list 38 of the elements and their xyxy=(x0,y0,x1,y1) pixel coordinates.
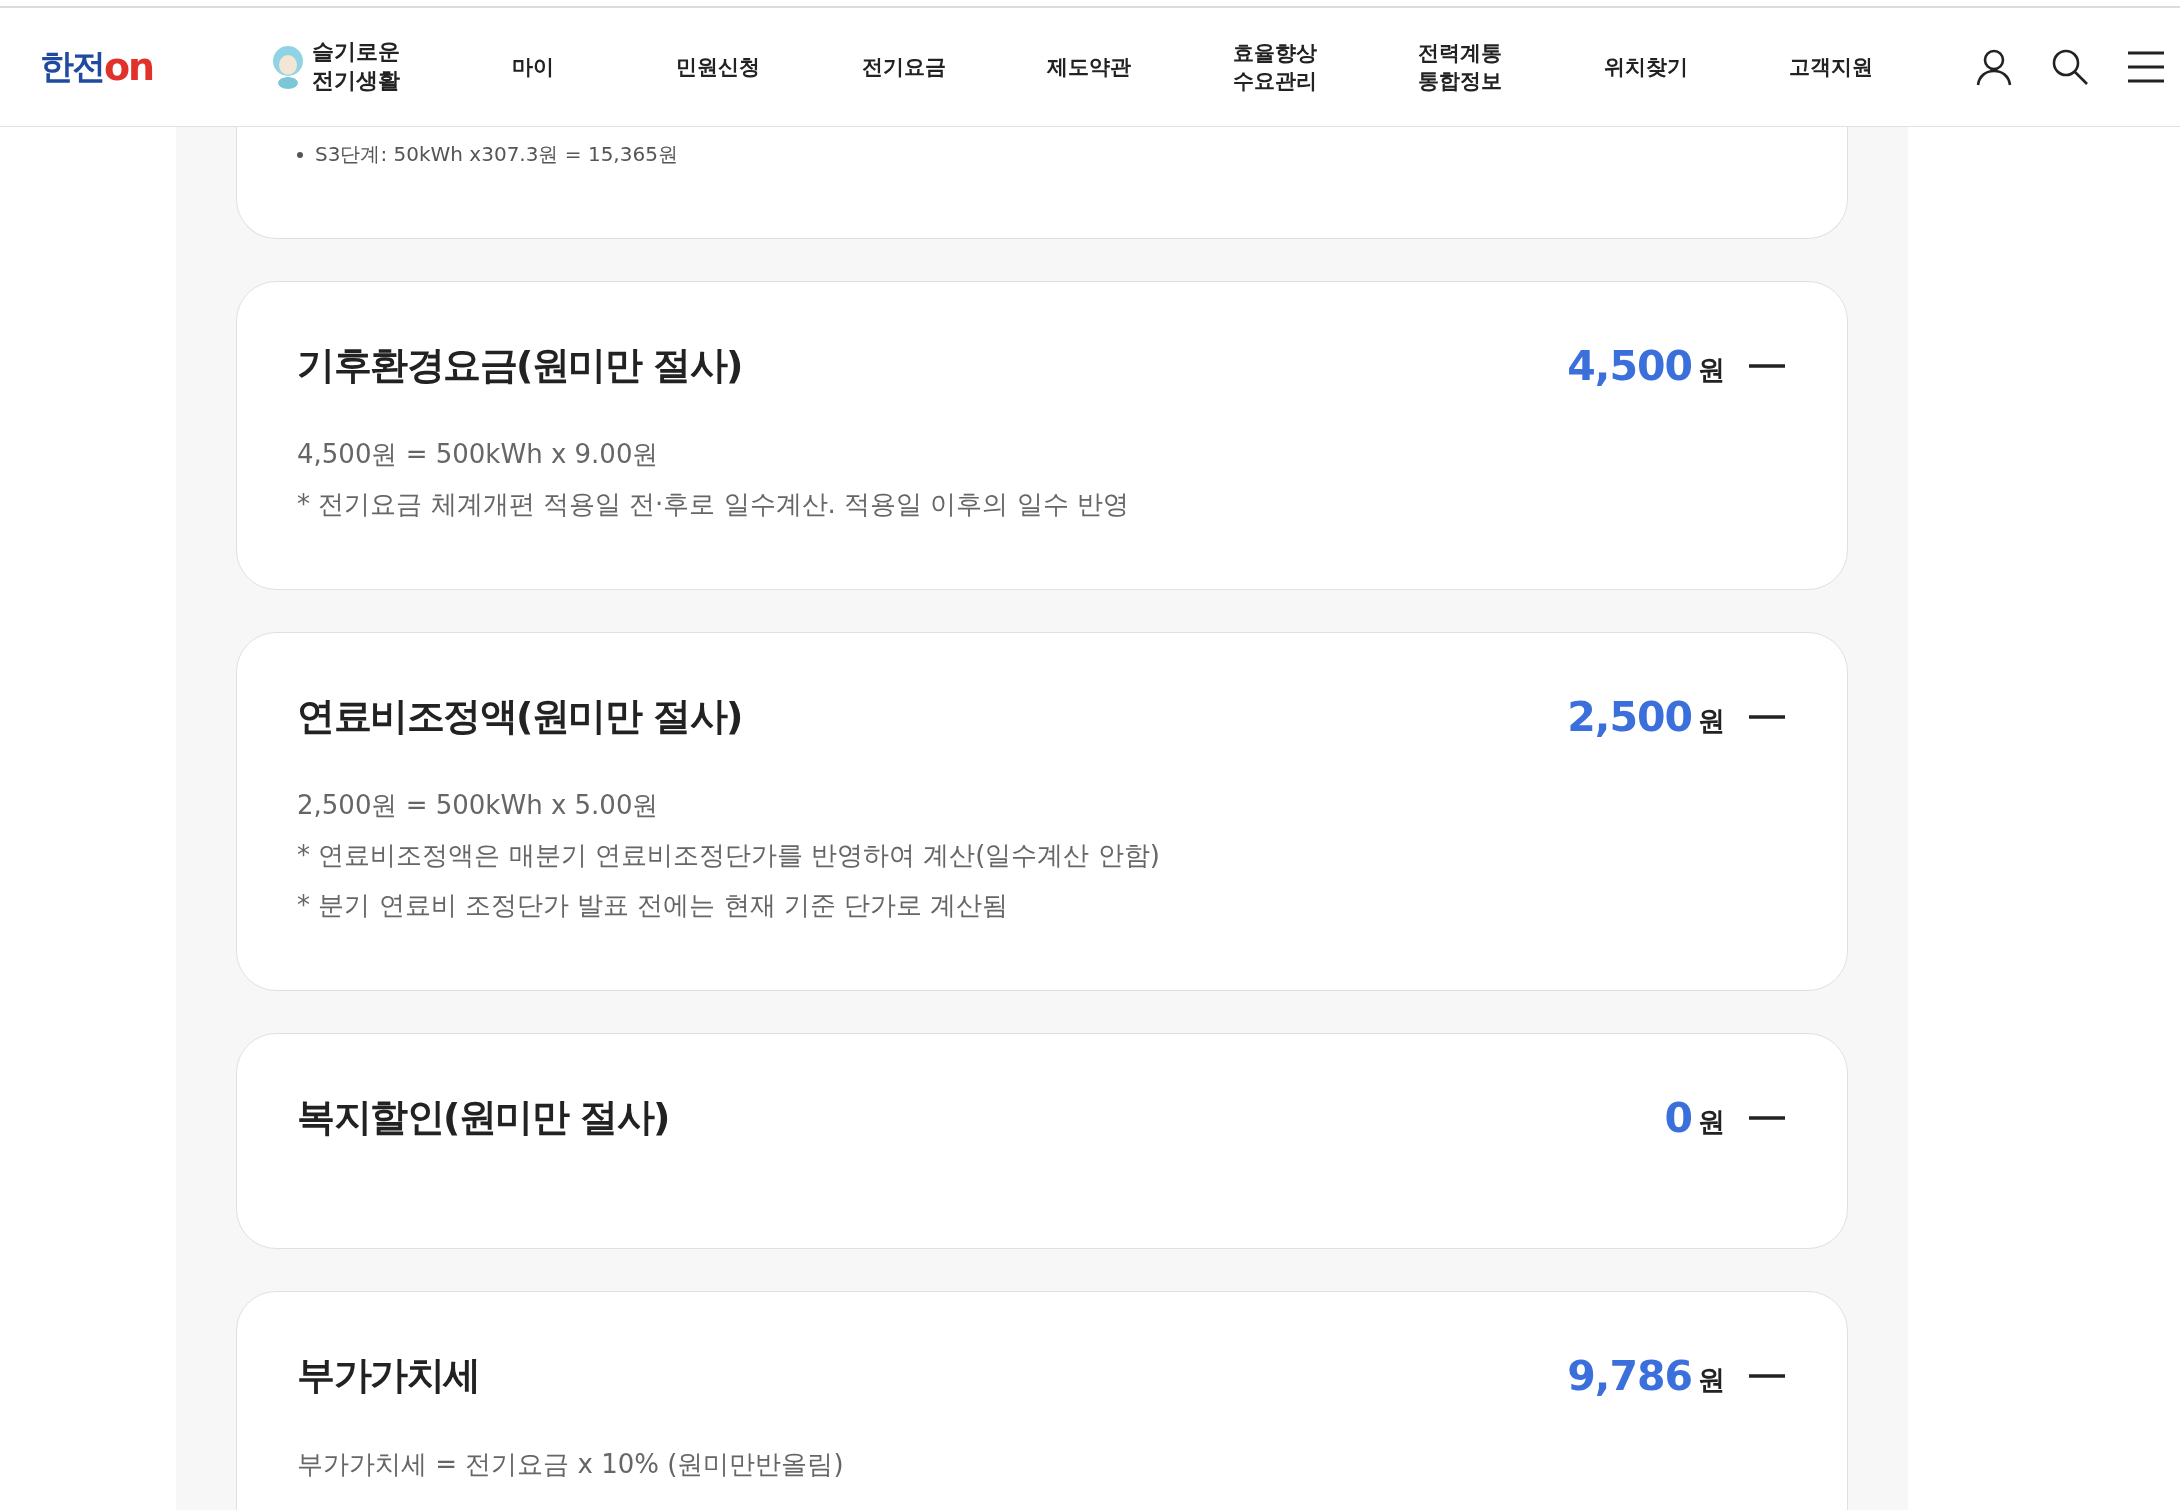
fee-title: 복지할인(원미만 절사) xyxy=(297,1094,669,1141)
logo[interactable]: 한전on xyxy=(40,44,250,90)
fee-title: 기후환경요금(원미만 절사) xyxy=(297,342,742,389)
minus-icon xyxy=(1749,363,1785,368)
minus-icon xyxy=(1749,714,1785,719)
fee-detail: S3단계: 50kWh x307.3원 = 15,365원 xyxy=(315,141,678,168)
bullet-icon xyxy=(297,151,303,158)
nav-item[interactable]: 민원신청 xyxy=(625,52,811,82)
nav-item[interactable]: 고객지원 xyxy=(1738,52,1924,82)
minus-icon xyxy=(1749,1115,1785,1120)
nav-item[interactable]: 전기요금 xyxy=(811,52,997,82)
fee-amount: 2,500 xyxy=(1567,692,1692,741)
minus-icon xyxy=(1749,1373,1785,1378)
mascot-icon xyxy=(270,45,306,89)
nav-item[interactable]: 효율향상 수요관리 xyxy=(1182,38,1368,96)
fee-detail: * 분기 연료비 조정단가 발표 전에는 현재 기준 단가로 계산됨 xyxy=(297,889,1010,922)
fee-detail: 부가가치세 = 전기요금 x 10% (원미만반올림) xyxy=(297,1448,845,1481)
fee-detail: * 전기요금 체계개편 적용일 전·후로 일수계산. 적용일 이후의 일수 반영 xyxy=(297,488,1130,521)
fee-amount: 9,786 xyxy=(1567,1351,1692,1400)
menu-icon[interactable] xyxy=(2126,50,2166,84)
currency-unit: 원 xyxy=(1698,703,1725,738)
currency-unit: 원 xyxy=(1698,1362,1725,1397)
mascot-label[interactable]: 슬기로운 전기생활 xyxy=(312,38,400,96)
nav-item[interactable]: 전력계통 통합정보 xyxy=(1367,38,1553,96)
fee-amount: 0 xyxy=(1664,1093,1692,1142)
fee-amount: 4,500 xyxy=(1567,341,1692,390)
currency-unit: 원 xyxy=(1698,352,1725,387)
fee-detail: * 연료비조정액은 매분기 연료비조정단가를 반영하여 계산(일수계산 안함) xyxy=(297,839,1161,872)
fee-title: 연료비조정액(원미만 절사) xyxy=(297,693,742,740)
user-icon[interactable] xyxy=(1974,47,2014,87)
fee-detail: 4,500원 = 500kWh x 9.00원 xyxy=(297,438,660,471)
nav-item[interactable]: 위치찾기 xyxy=(1553,52,1739,82)
nav-item[interactable]: 마이 xyxy=(440,52,626,82)
search-icon[interactable] xyxy=(2050,47,2090,87)
currency-unit: 원 xyxy=(1698,1104,1725,1139)
fee-detail: 2,500원 = 500kWh x 5.00원 xyxy=(297,789,660,822)
nav-item[interactable]: 제도약관 xyxy=(996,52,1182,82)
fee-title: 부가가치세 xyxy=(297,1352,480,1399)
